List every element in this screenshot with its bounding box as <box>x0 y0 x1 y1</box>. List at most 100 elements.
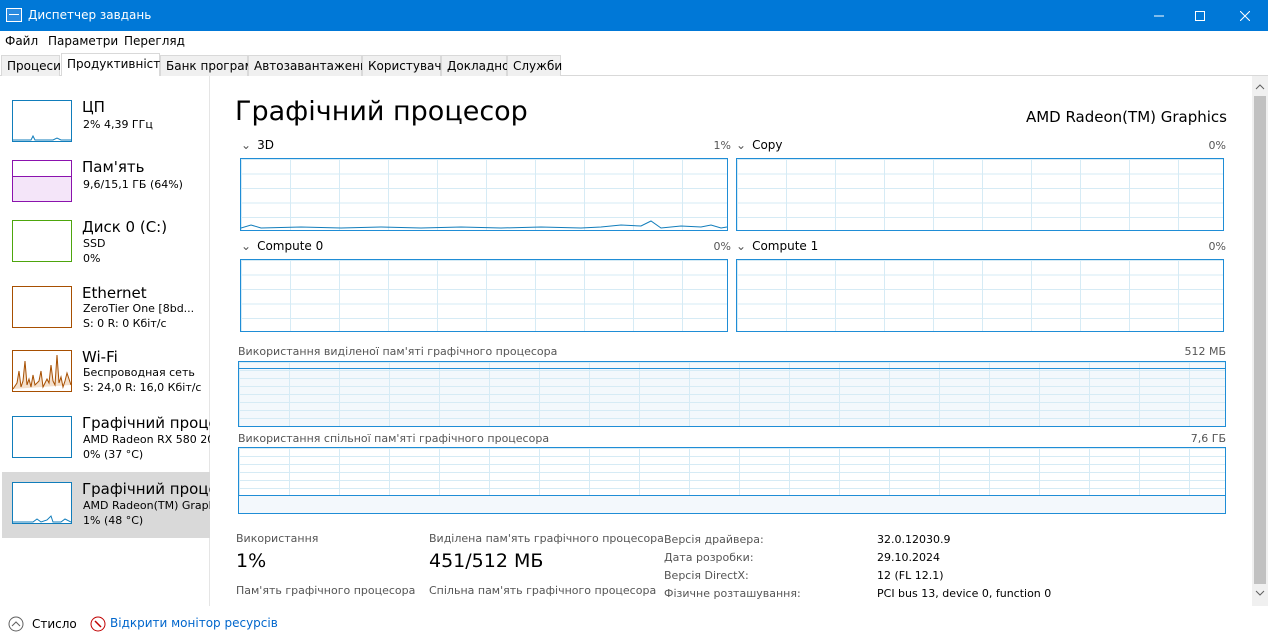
tab-processes[interactable]: Процеси <box>1 55 61 76</box>
graph-3d-selector[interactable]: ⌄ 3D <box>241 138 274 152</box>
dedicated-memory-max: 512 МБ <box>1184 345 1226 358</box>
graph-compute1-percent: 0% <box>1208 240 1226 253</box>
dedicated-memory-line <box>239 368 1225 369</box>
shared-memory-fill <box>239 495 1225 513</box>
dedicated-memory-label: Використання виділеної пам'яті графічног… <box>238 345 558 358</box>
sidebar-item-label: Диск 0 (C:) <box>82 218 168 236</box>
graph-compute0 <box>240 259 728 332</box>
driver-version-label: Версія драйвера: <box>664 533 764 546</box>
sidebar-item-status: S: 0 R: 0 Кбіт/с <box>83 317 167 330</box>
sidebar-item-cpu[interactable]: ЦП 2% 4,39 ГГц <box>2 90 210 155</box>
resource-monitor-icon <box>90 616 106 632</box>
ethernet-thumbnail <box>12 286 72 328</box>
sidebar-item-label: Пам'ять <box>82 158 145 176</box>
chevron-down-icon: ⌄ <box>241 239 252 253</box>
menu-file[interactable]: Файл <box>5 34 38 48</box>
sidebar-item-gpu1[interactable]: Графічний процесор 1 AMD Radeon(TM) Grap… <box>2 472 210 538</box>
sidebar-item-detail: AMD Radeon(TM) Graphics <box>83 499 210 512</box>
open-resource-monitor-link[interactable]: Відкрити монітор ресурсів <box>110 616 278 630</box>
footer-bar: Стисло Відкрити монітор ресурсів <box>0 608 1268 638</box>
graph-compute1-selector[interactable]: ⌄ Compute 1 <box>736 239 818 253</box>
usage-value: 1% <box>236 550 267 572</box>
task-manager-icon <box>6 8 22 22</box>
menu-bar: Файл Параметри Перегляд <box>0 31 1268 52</box>
wifi-thumbnail <box>12 350 72 392</box>
gpu1-thumbnail <box>12 482 72 524</box>
sidebar-item-ethernet[interactable]: Ethernet ZeroTier One [8bd... S: 0 R: 0 … <box>2 276 210 341</box>
sidebar-item-memory[interactable]: Пам'ять 9,6/15,1 ГБ (64%) <box>2 150 210 215</box>
fewer-details-link[interactable]: Стисло <box>32 617 77 631</box>
menu-view[interactable]: Перегляд <box>124 34 185 48</box>
dedicated-memory-stat-value: 451/512 МБ <box>429 550 544 572</box>
gpu0-thumbnail <box>12 416 72 458</box>
physical-location-label: Фізичне розташування: <box>664 587 801 600</box>
sidebar-item-status: 0% (37 °C) <box>83 448 144 461</box>
sidebar-item-status: 0% <box>83 252 101 265</box>
sidebar-item-detail: 2% 4,39 ГГц <box>83 118 153 131</box>
graph-3d <box>240 158 728 231</box>
maximize-button[interactable] <box>1177 0 1223 31</box>
scrollbar-thumb[interactable] <box>1254 96 1266 584</box>
sidebar-item-detail: 9,6/15,1 ГБ (64%) <box>83 178 183 191</box>
close-icon <box>1240 10 1250 21</box>
sidebar-item-label: Графічний процесор 0 <box>82 414 210 432</box>
disk-thumbnail <box>12 220 72 262</box>
collapse-icon[interactable] <box>8 616 24 632</box>
cpu-thumbnail <box>12 100 72 142</box>
scroll-up-icon <box>1255 84 1265 90</box>
chevron-down-icon: ⌄ <box>736 138 747 152</box>
graph-3d-percent: 1% <box>713 139 731 152</box>
sidebar-item-gpu0[interactable]: Графічний процесор 0 AMD Radeon RX 580 2… <box>2 406 210 471</box>
menu-options[interactable]: Параметри <box>48 34 118 48</box>
maximize-icon <box>1195 10 1205 21</box>
sidebar-item-detail: SSD <box>83 237 106 250</box>
driver-date-value: 29.10.2024 <box>877 551 940 564</box>
tab-performance[interactable]: Продуктивність <box>61 53 167 77</box>
dedicated-memory-stat-label: Виділена пам'ять графічного процесора <box>429 532 664 545</box>
usage-label: Використання <box>236 532 319 545</box>
tab-details[interactable]: Докладно <box>441 55 509 76</box>
graph-copy-selector[interactable]: ⌄ Copy <box>736 138 783 152</box>
tab-strip: Процеси Продуктивність Банк програм Авто… <box>0 52 1268 77</box>
tab-services[interactable]: Служби <box>507 55 562 76</box>
shared-memory-graph <box>238 447 1226 514</box>
tab-startup[interactable]: Автозавантаження <box>248 55 375 76</box>
window-title: Диспетчер завдань <box>28 8 152 22</box>
dedicated-memory-graph <box>238 361 1226 427</box>
page-title: Графічний процесор <box>235 96 528 127</box>
sidebar-item-disk[interactable]: Диск 0 (C:) SSD 0% <box>2 210 210 275</box>
minimize-button[interactable] <box>1136 0 1182 31</box>
minimize-icon <box>1154 15 1164 16</box>
driver-date-label: Дата розробки: <box>664 551 754 564</box>
sidebar-item-status: S: 24,0 R: 16,0 Кбіт/с <box>83 381 202 394</box>
sidebar-item-label: ЦП <box>82 98 105 116</box>
directx-version-value: 12 (FL 12.1) <box>877 569 944 582</box>
memory-thumbnail <box>12 160 72 202</box>
close-button[interactable] <box>1222 0 1268 31</box>
gpu-detail-panel: Графічний процесор AMD Radeon(TM) Graphi… <box>211 76 1251 606</box>
sidebar-item-detail: AMD Radeon RX 580 2048SP <box>83 433 210 446</box>
tab-app-history[interactable]: Банк програм <box>160 55 254 76</box>
graph-copy <box>736 158 1224 231</box>
chevron-down-icon: ⌄ <box>241 138 252 152</box>
sidebar-item-label: Wi-Fi <box>82 348 118 366</box>
gpu-model-name: AMD Radeon(TM) Graphics <box>1025 108 1227 126</box>
tab-users[interactable]: Користувачі <box>362 55 445 76</box>
sidebar-item-detail: ZeroTier One [8bd... <box>83 302 195 315</box>
gpu-memory-label: Пам'ять графічного процесора <box>236 584 416 597</box>
sidebar-item-status: 1% (48 °C) <box>83 514 144 527</box>
vertical-scrollbar[interactable] <box>1252 76 1268 606</box>
sidebar-item-label: Графічний процесор 1 <box>82 480 210 498</box>
title-bar: Диспетчер завдань <box>0 0 1268 31</box>
graph-copy-percent: 0% <box>1208 139 1226 152</box>
sidebar-item-detail: Беспроводная сеть <box>83 366 195 379</box>
directx-version-label: Версія DirectX: <box>664 569 749 582</box>
resource-sidebar: ЦП 2% 4,39 ГГц Пам'ять 9,6/15,1 ГБ (64%)… <box>0 76 210 606</box>
driver-version-value: 32.0.12030.9 <box>877 533 951 546</box>
graph-compute0-selector[interactable]: ⌄ Compute 0 <box>241 239 323 253</box>
shared-memory-stat-label: Спільна пам'ять графічного процесора <box>429 584 657 597</box>
shared-memory-label: Використання спільної пам'яті графічного… <box>238 432 550 445</box>
scroll-down-icon <box>1255 590 1265 596</box>
sidebar-item-wifi[interactable]: Wi-Fi Беспроводная сеть S: 24,0 R: 16,0 … <box>2 340 210 405</box>
sidebar-item-label: Ethernet <box>82 284 147 302</box>
